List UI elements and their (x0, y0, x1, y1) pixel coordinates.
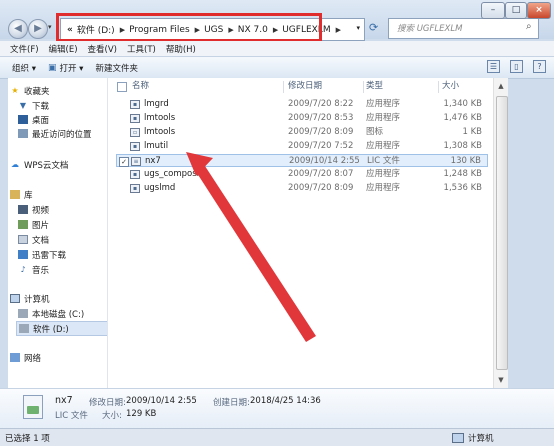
explorer-window: ◀ ▶ ▾ « 软件 (D:) ▶ Program Files ▶ UGS ▶ … (0, 0, 554, 446)
details-pane: nx7 修改日期: 2009/10/14 2:55 创建日期: 2018/4/2… (0, 388, 554, 429)
details-created-value: 2018/4/25 14:36 (250, 396, 321, 406)
status-bar: 已选择 1 项 计算机 (0, 428, 554, 446)
arrow-shaft (193, 158, 316, 342)
computer-icon (452, 433, 464, 443)
details-modified-label: 修改日期: (89, 398, 126, 408)
details-modified-value: 2009/10/14 2:55 (126, 396, 197, 406)
status-location: 计算机 (452, 432, 494, 444)
status-selection: 已选择 1 项 (5, 434, 50, 444)
status-location-label: 计算机 (468, 434, 494, 444)
details-file-name: nx7 (55, 395, 73, 406)
details-created-label: 创建日期: (213, 398, 250, 408)
details-size-label: 大小: (102, 411, 122, 421)
details-size-value: 129 KB (126, 409, 157, 419)
red-arrow-annotation (186, 152, 316, 342)
details-type-value: LIC 文件 (55, 411, 88, 421)
lic-file-large-icon (23, 395, 43, 419)
